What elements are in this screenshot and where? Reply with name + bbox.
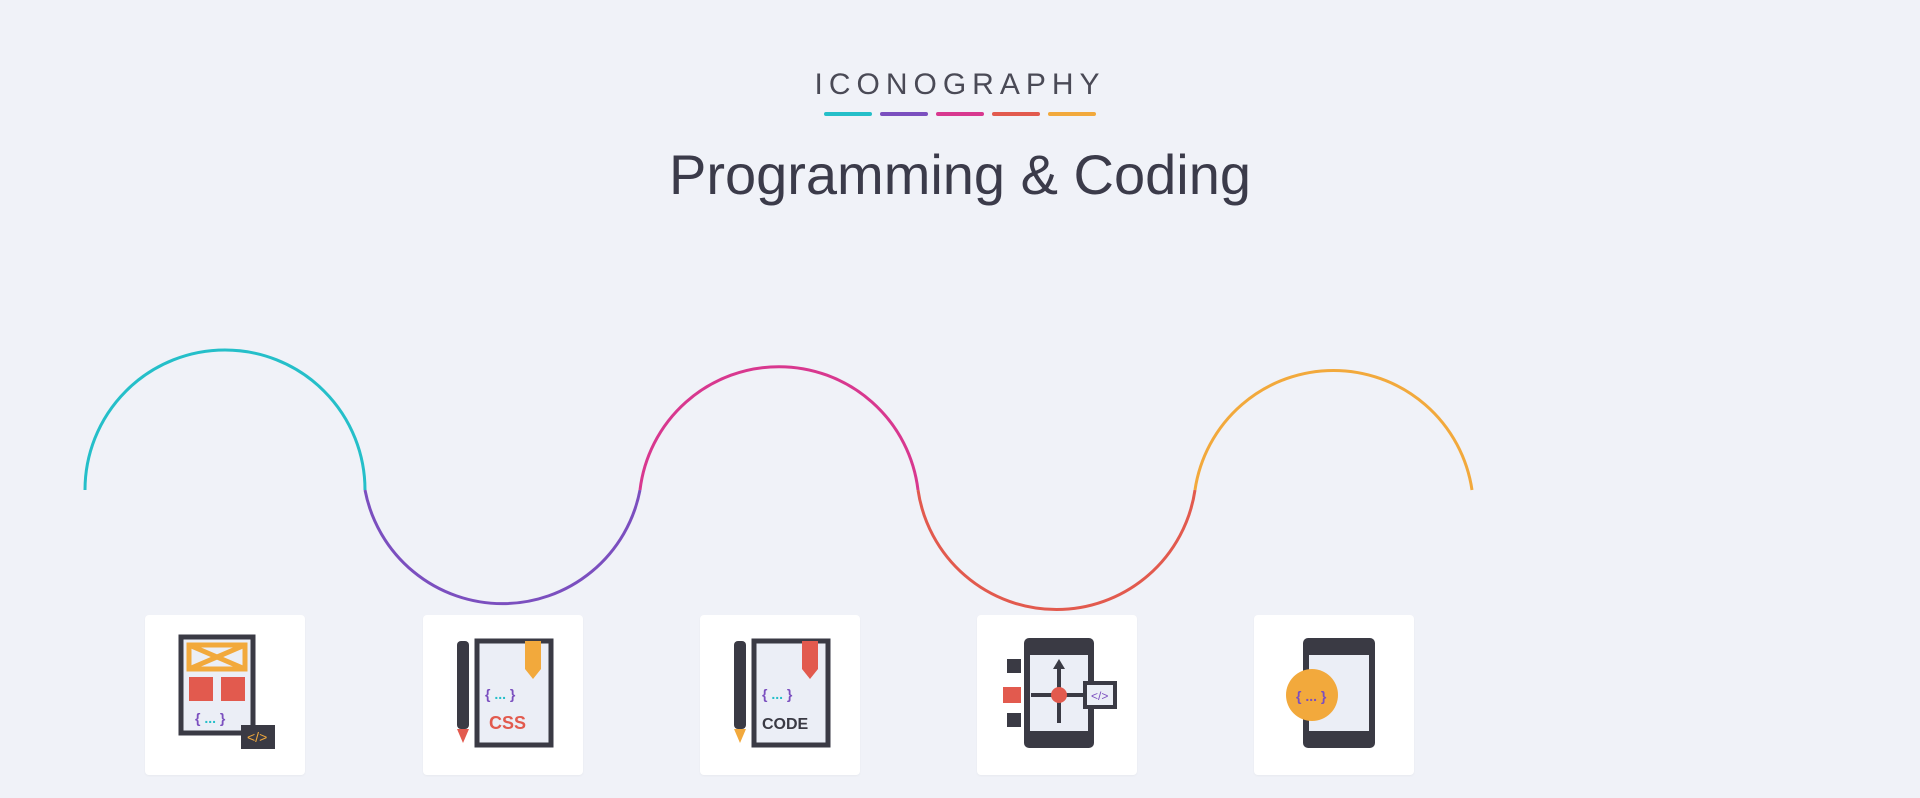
mobile-code-icon: { ... } xyxy=(1254,615,1414,775)
underline-seg xyxy=(992,112,1040,116)
svg-text:{ ... }: { ... } xyxy=(485,686,516,702)
css-document-icon: { ... } CSS xyxy=(423,615,583,775)
icon-caption: CODE xyxy=(762,716,809,733)
underline-seg xyxy=(936,112,984,116)
svg-text:{ ... }: { ... } xyxy=(762,686,793,702)
underline-seg xyxy=(880,112,928,116)
icon-caption: CSS xyxy=(489,713,526,733)
app-development-icon: </> xyxy=(977,615,1137,775)
wireframe-code-icon: { ... } </> xyxy=(145,615,305,775)
underline-seg xyxy=(824,112,872,116)
page-title: Programming & Coding xyxy=(0,142,1920,207)
svg-text:{ ... }: { ... } xyxy=(1296,688,1327,704)
brand-underline xyxy=(0,112,1920,116)
underline-seg xyxy=(1048,112,1096,116)
brand-text: ICONOGRAPHY xyxy=(0,68,1920,102)
header: ICONOGRAPHY Programming & Coding xyxy=(0,0,1920,207)
svg-text:</>: </> xyxy=(1091,689,1108,703)
code-document-icon: { ... } CODE xyxy=(700,615,860,775)
svg-text:{ ... }: { ... } xyxy=(195,710,226,726)
svg-text:</>: </> xyxy=(247,729,267,745)
